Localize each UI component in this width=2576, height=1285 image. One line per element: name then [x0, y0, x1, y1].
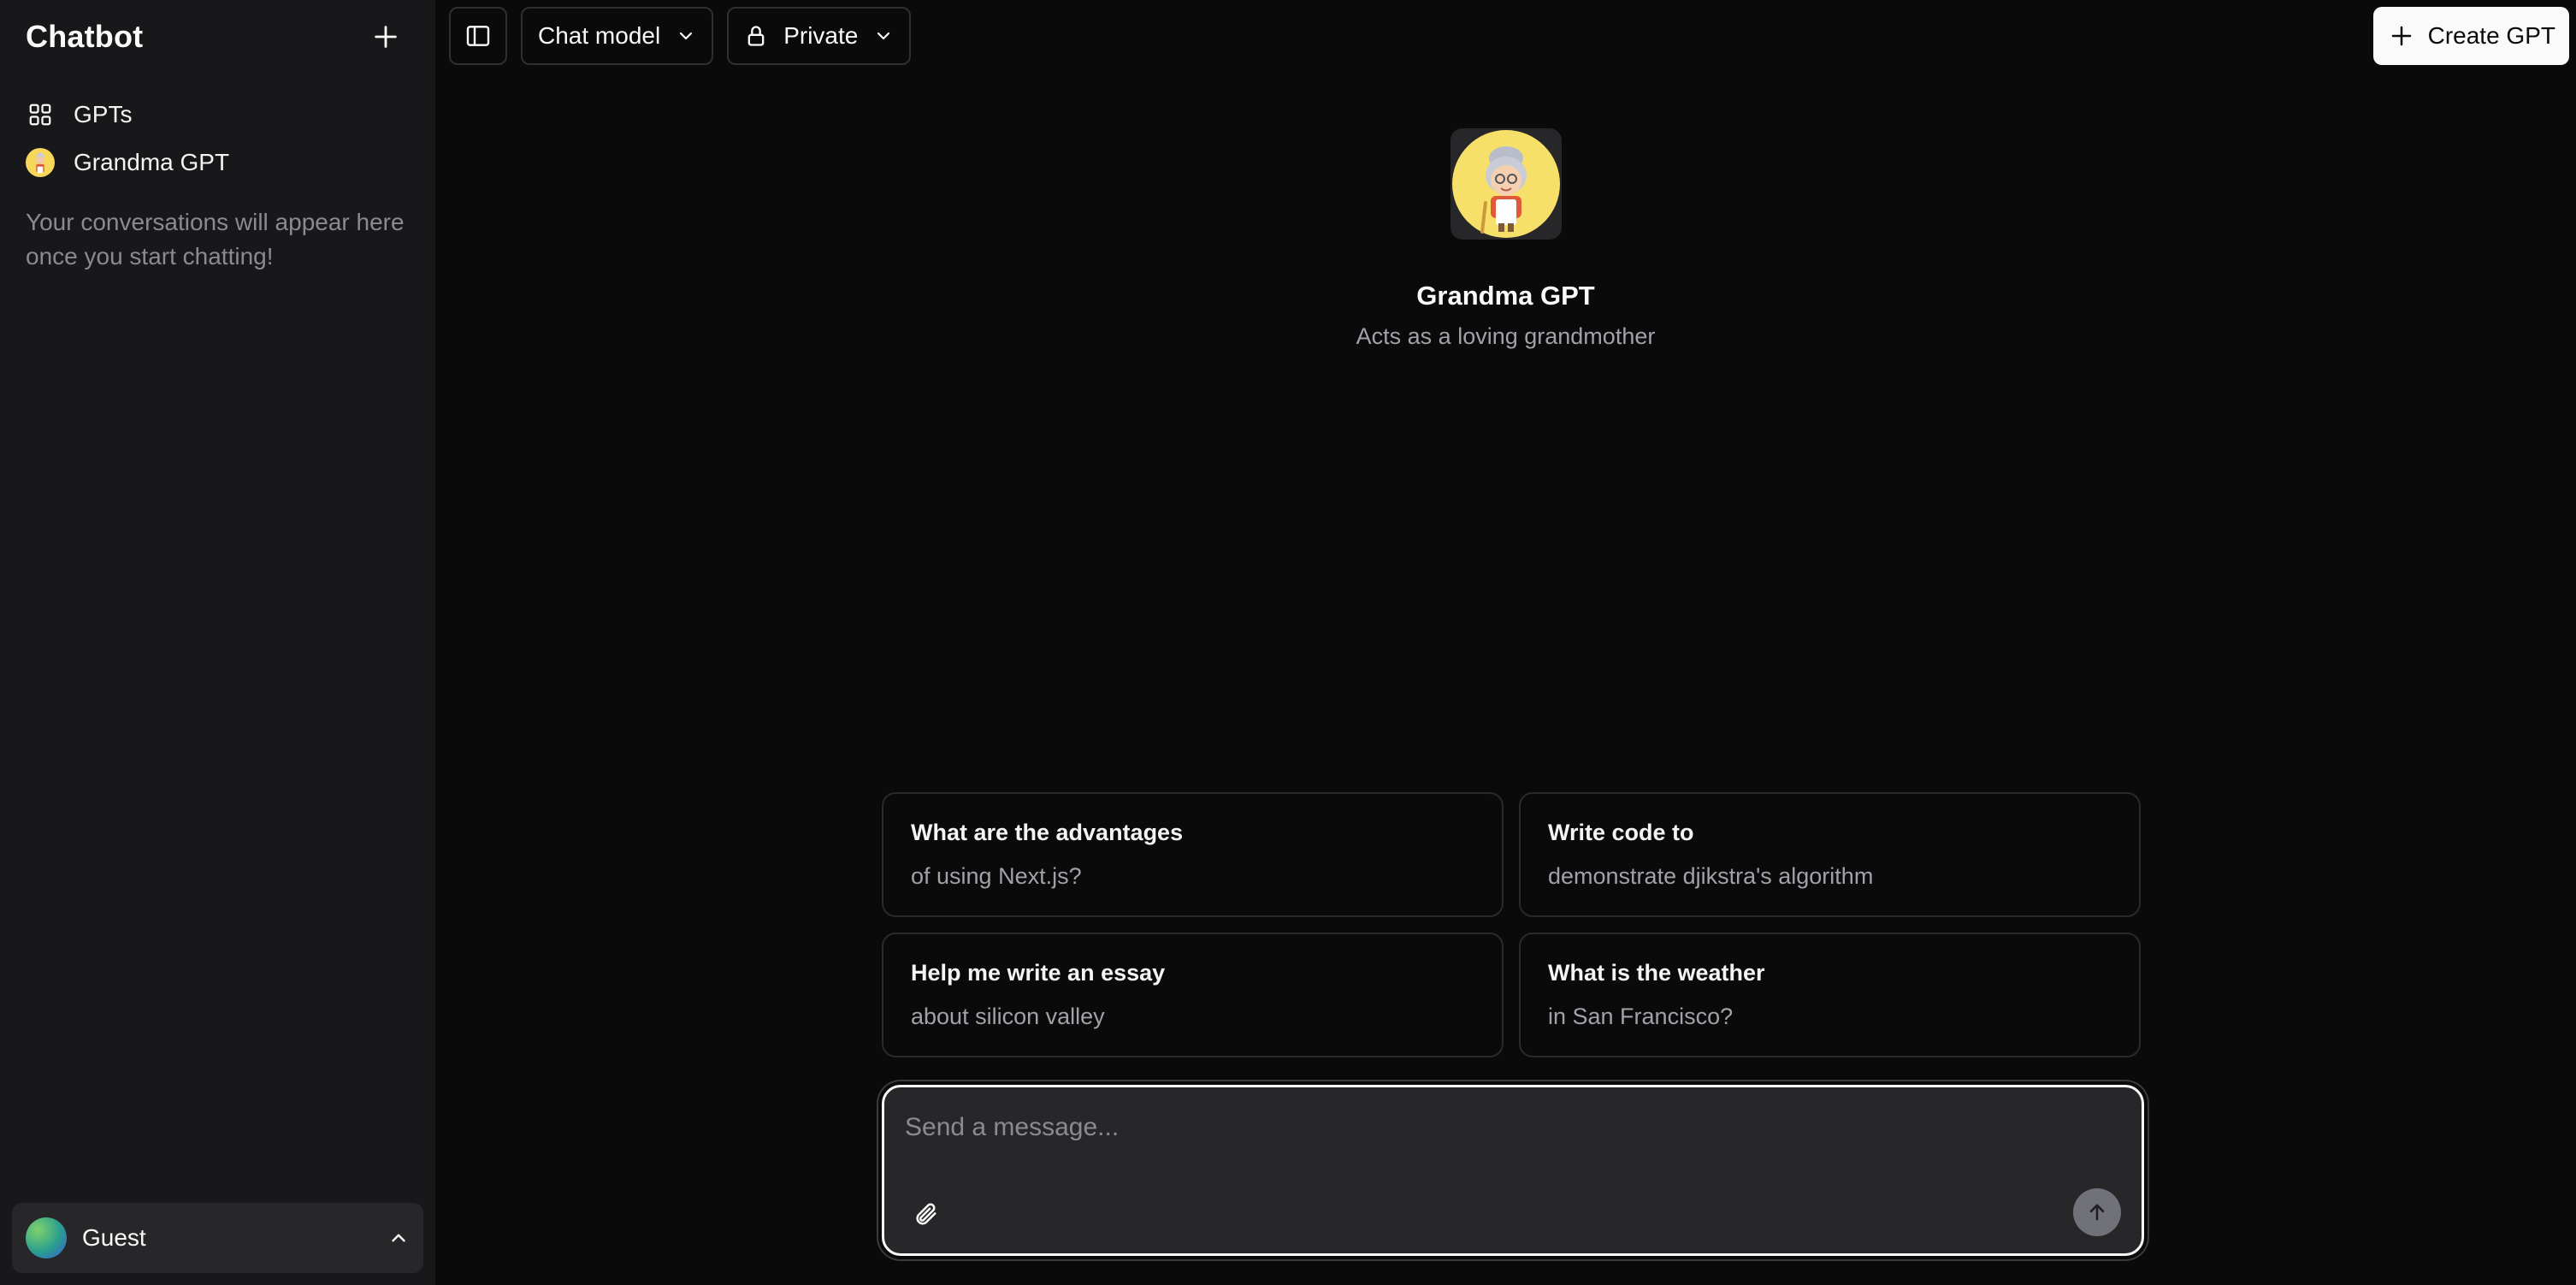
main-panel: Chat model Private Create GPT Grandma GP…	[435, 0, 2576, 1285]
sidebar-header: Chatbot	[0, 0, 435, 74]
user-name: Guest	[82, 1224, 146, 1251]
message-composer	[882, 1085, 2144, 1256]
toolbar: Chat model Private	[449, 7, 912, 65]
visibility-selector[interactable]: Private	[727, 7, 912, 65]
message-input[interactable]	[905, 1106, 2121, 1149]
suggestion-card[interactable]: Help me write an essay about silicon val…	[882, 933, 1504, 1057]
grandma-avatar-icon	[1451, 130, 1560, 238]
create-gpt-button[interactable]: Create GPT	[2372, 7, 2569, 65]
plus-icon	[2391, 26, 2411, 46]
arrow-up-icon	[2089, 1204, 2105, 1221]
new-chat-button[interactable]	[362, 13, 410, 61]
sidebar: Chatbot GPTs Grandma GPT Your conversati…	[0, 0, 435, 1285]
sidebar-item-label: Grandma GPT	[74, 149, 230, 175]
chevron-up-icon	[392, 1234, 405, 1242]
sidebar-item-gpts[interactable]: GPTs	[14, 91, 422, 139]
suggested-prompts: What are the advantages of using Next.js…	[882, 792, 2141, 1057]
empty-history-text: Your conversations will appear here once…	[26, 209, 405, 269]
suggestion-subtitle: in San Francisco?	[1548, 1004, 1734, 1029]
app: Chatbot GPTs Grandma GPT Your conversati…	[0, 0, 2576, 1285]
sidebar-item-grandma-gpt[interactable]: Grandma GPT	[14, 139, 422, 187]
toggle-sidebar-button[interactable]	[449, 7, 507, 65]
plus-icon	[375, 26, 397, 48]
suggestion-subtitle: of using Next.js?	[911, 863, 1082, 889]
paperclip-icon	[916, 1203, 936, 1225]
grandma-avatar-icon	[26, 148, 55, 177]
model-selector-label: Chat model	[538, 22, 661, 49]
gpt-name: Grandma GPT	[1416, 281, 1595, 311]
chevron-down-icon	[680, 32, 693, 40]
attach-button[interactable]	[905, 1193, 946, 1235]
gpt-intro: Grandma GPT Acts as a loving grandmother	[435, 128, 2576, 350]
suggestion-subtitle: demonstrate djikstra's algorithm	[1548, 863, 1874, 889]
model-selector[interactable]: Chat model	[521, 7, 714, 65]
gpt-description: Acts as a loving grandmother	[1356, 323, 1656, 349]
suggestion-subtitle: about silicon valley	[911, 1004, 1105, 1029]
lock-icon	[747, 26, 765, 46]
grid-icon	[26, 100, 55, 129]
suggestion-title: Help me write an essay	[911, 960, 1166, 986]
suggestion-title: What are the advantages	[911, 820, 1184, 845]
suggestion-card[interactable]: What are the advantages of using Next.js…	[882, 792, 1504, 917]
create-gpt-label: Create GPT	[2427, 22, 2555, 49]
gpt-avatar	[1450, 128, 1562, 240]
suggestion-card[interactable]: Write code to demonstrate djikstra's alg…	[1519, 792, 2141, 917]
visibility-label: Private	[783, 22, 859, 49]
user-menu[interactable]: Guest	[12, 1203, 423, 1273]
send-button[interactable]	[2073, 1188, 2121, 1236]
suggestion-title: Write code to	[1548, 820, 1694, 845]
sidebar-nav: GPTs Grandma GPT	[0, 91, 435, 187]
app-title: Chatbot	[26, 19, 144, 54]
avatar	[26, 1217, 67, 1258]
sidebar-item-label: GPTs	[74, 101, 133, 127]
suggestion-card[interactable]: What is the weather in San Francisco?	[1519, 933, 2141, 1057]
sidebar-toggle-icon	[466, 26, 490, 46]
chevron-down-icon	[877, 32, 890, 40]
suggestion-title: What is the weather	[1548, 960, 1765, 986]
